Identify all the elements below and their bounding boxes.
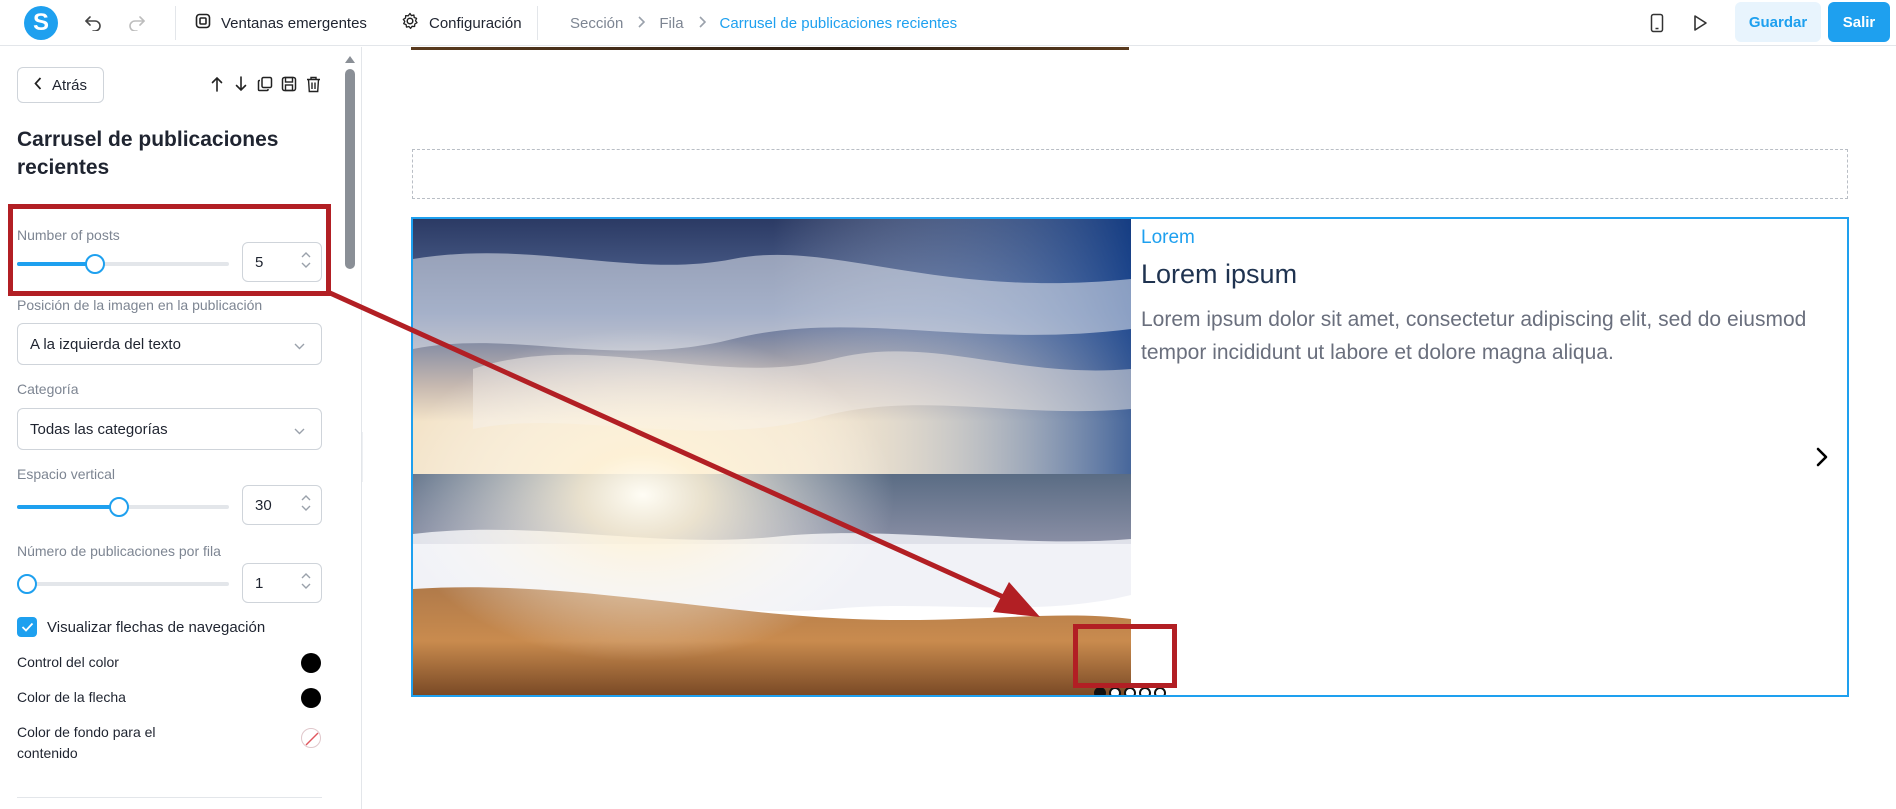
number-of-posts-label: Number of posts (17, 227, 120, 243)
mobile-preview-icon[interactable] (1644, 10, 1670, 36)
number-of-posts-slider[interactable] (17, 253, 229, 274)
post-image[interactable] (413, 219, 1131, 695)
number-of-posts-input[interactable]: 5 (242, 242, 322, 282)
editor-canvas: Lorem Lorem ipsum Lorem ipsum dolor sit … (363, 47, 1896, 809)
save-block-icon[interactable] (280, 74, 298, 94)
save-button[interactable]: Guardar (1735, 2, 1821, 42)
posts-per-row-label: Número de publicaciones por fila (17, 543, 221, 559)
stepper-icon[interactable] (301, 573, 311, 589)
chevron-left-icon (34, 76, 42, 94)
app-logo[interactable]: S (24, 6, 58, 40)
section-divider (17, 797, 322, 798)
scroll-up-icon[interactable] (345, 50, 355, 68)
carousel-dot[interactable] (1109, 687, 1121, 695)
chevron-right-icon (698, 15, 706, 32)
undo-icon[interactable] (80, 10, 106, 36)
image-position-label: Posición de la imagen en la publicación (17, 297, 263, 313)
slider-thumb[interactable] (85, 254, 106, 274)
recent-posts-carousel[interactable]: Lorem Lorem ipsum Lorem ipsum dolor sit … (411, 217, 1849, 697)
breadcrumb: Sección Fila Carrusel de publicaciones r… (570, 12, 957, 34)
gear-icon (401, 12, 419, 34)
vertical-spacing-slider[interactable] (17, 496, 229, 517)
popup-window-icon (195, 13, 211, 33)
carousel-pagination (1094, 687, 1166, 695)
carousel-dot[interactable] (1154, 687, 1166, 695)
vertical-spacing-input[interactable]: 30 (242, 485, 322, 525)
slider-thumb[interactable] (108, 497, 129, 517)
category-value: Todas las categorías (30, 420, 168, 438)
back-label: Atrás (51, 76, 87, 94)
stepper-icon[interactable] (301, 495, 311, 511)
post-title[interactable]: Lorem ipsum (1141, 259, 1297, 290)
arrow-down-icon[interactable] (232, 74, 250, 94)
checkbox-checked[interactable] (17, 617, 37, 637)
breadcrumb-row[interactable]: Fila (659, 15, 683, 32)
back-button[interactable]: Atrás (17, 67, 104, 103)
sidebar-scrollbar[interactable] (344, 47, 356, 809)
slider-thumb[interactable] (17, 574, 37, 594)
chevron-right-icon[interactable] (1809, 443, 1835, 471)
show-nav-arrows-toggle[interactable]: Visualizar flechas de navegación (17, 617, 265, 637)
panel-title: Carrusel de publicaciones recientes (17, 128, 279, 179)
chevron-right-icon (637, 15, 646, 32)
toolbar-divider (537, 6, 538, 40)
popups-label: Ventanas emergentes (221, 14, 367, 32)
image-position-value: A la izquierda del texto (30, 335, 181, 353)
vertical-spacing-value: 30 (255, 496, 272, 514)
control-color-swatch[interactable] (301, 653, 321, 673)
no-color-swatch-icon[interactable] (301, 728, 321, 748)
number-of-posts-value: 5 (255, 253, 264, 271)
previous-section-image (411, 47, 1129, 50)
category-select[interactable]: Todas las categorías (17, 408, 322, 450)
breadcrumb-current[interactable]: Carrusel de publicaciones recientes (720, 15, 958, 32)
top-toolbar: S Ventanas emergentes Configuración Secc… (0, 0, 1896, 46)
carousel-dot[interactable] (1139, 687, 1151, 695)
posts-per-row-input[interactable]: 1 (242, 563, 322, 603)
element-tools (208, 74, 322, 94)
vertical-spacing-label: Espacio vertical (17, 466, 116, 482)
chevron-down-icon (294, 422, 305, 439)
stepper-icon[interactable] (301, 252, 311, 268)
content-bg-color-label: Color de fondo para el contenido (17, 724, 156, 761)
post-category[interactable]: Lorem (1141, 227, 1195, 249)
arrow-up-icon[interactable] (208, 74, 226, 94)
arrow-color-swatch[interactable] (301, 688, 321, 708)
exit-button[interactable]: Salir (1828, 2, 1890, 42)
trash-icon[interactable] (304, 74, 322, 94)
post-excerpt: Lorem ipsum dolor sit amet, consectetur … (1141, 308, 1807, 364)
settings-label: Configuración (429, 14, 522, 32)
arrow-color-label: Color de la flecha (17, 689, 126, 705)
posts-per-row-slider[interactable] (17, 573, 229, 594)
empty-row-placeholder[interactable] (412, 149, 1848, 199)
redo-icon[interactable] (124, 10, 150, 36)
duplicate-icon[interactable] (256, 74, 274, 94)
posts-per-row-value: 1 (255, 574, 264, 592)
toolbar-divider (175, 6, 176, 40)
control-color-label: Control del color (17, 654, 119, 670)
settings-sidebar: Atrás Carrusel de publicaciones reciente… (0, 47, 362, 809)
show-nav-arrows-label: Visualizar flechas de navegación (47, 618, 266, 636)
chevron-down-icon (294, 337, 305, 354)
scrollbar-thumb[interactable] (345, 69, 355, 269)
carousel-dot[interactable] (1094, 687, 1106, 695)
breadcrumb-section[interactable]: Sección (570, 15, 623, 32)
settings-button[interactable]: Configuración (401, 8, 522, 38)
play-preview-icon[interactable] (1687, 10, 1713, 36)
carousel-dot[interactable] (1124, 687, 1136, 695)
category-label: Categoría (17, 381, 79, 397)
image-position-select[interactable]: A la izquierda del texto (17, 323, 322, 365)
popups-button[interactable]: Ventanas emergentes (195, 8, 367, 38)
